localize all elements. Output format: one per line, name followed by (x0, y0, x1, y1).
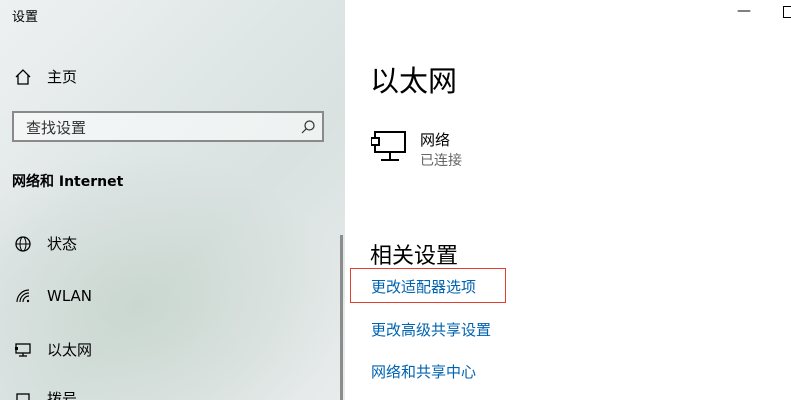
sidebar-item-ethernet[interactable]: 以太网 (12, 339, 92, 360)
sidebar-item-label: 拨号 (47, 390, 78, 400)
network-status: 已连接 (420, 153, 462, 169)
change-adapter-options-link[interactable]: 更改适配器选项 (371, 276, 476, 297)
sidebar-item-status[interactable]: 状态 (12, 233, 77, 254)
network-sharing-center-link[interactable]: 网络和共享中心 (371, 361, 476, 382)
app-title: 设置 (12, 10, 39, 25)
sidebar-item-label: 状态 (47, 235, 78, 253)
search-box[interactable] (12, 111, 324, 142)
sidebar-item-label: 以太网 (47, 341, 93, 359)
related-settings-heading: 相关设置 (370, 244, 459, 269)
sidebar: 设置 主页 网络和 Internet 状态 WLAN 以太网 (0, 0, 345, 400)
sidebar-item-label: WLAN (47, 287, 93, 305)
section-heading: 网络和 Internet (12, 174, 124, 190)
network-name: 网络 (420, 131, 451, 149)
home-icon (12, 67, 34, 87)
sidebar-scrollbar[interactable] (340, 235, 343, 400)
sidebar-item-dialup[interactable]: 拨号 (12, 388, 77, 400)
globe-icon (12, 234, 34, 254)
search-icon[interactable] (300, 119, 316, 139)
nav-home-label: 主页 (47, 68, 78, 86)
dialup-icon (12, 389, 34, 400)
search-input[interactable] (24, 117, 288, 139)
nav-home[interactable]: 主页 (12, 66, 77, 87)
sidebar-item-wlan[interactable]: WLAN (12, 286, 92, 306)
ethernet-computer-icon (370, 130, 409, 168)
wifi-icon (12, 286, 34, 306)
change-advanced-sharing-link[interactable]: 更改高级共享设置 (371, 319, 491, 340)
ethernet-icon (12, 340, 34, 360)
page-title: 以太网 (370, 64, 458, 98)
maximize-button[interactable] (783, 6, 791, 18)
minimize-button[interactable]: — (737, 4, 751, 18)
